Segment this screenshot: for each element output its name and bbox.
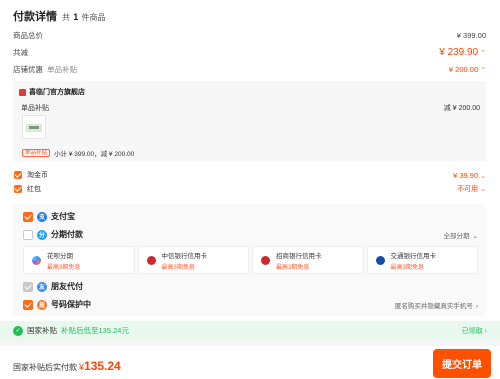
subsidy-label: 国家补贴 <box>27 326 57 335</box>
subtotal-line: 单品补贴 小计 ¥ 399.00，减 ¥ 200.00 <box>22 148 134 158</box>
huabei-icon <box>32 255 41 265</box>
chevron-right-icon: › <box>475 302 478 310</box>
taojinbi-value: ¥ 39.90 <box>453 170 479 180</box>
chevron-up-icon: ⌃ <box>480 66 486 74</box>
payment-methods-box: 支 支付宝 分 分期付款 全部分期 ⌄ 花呗分期 最高3期免息 中信银行信用卡 … <box>13 204 486 316</box>
all-installments-link: 全部分期 <box>443 232 470 240</box>
installment-card[interactable]: 中信银行信用卡 最高3期免息 <box>137 246 249 274</box>
hongbao-value: 不可用 <box>457 186 479 193</box>
cmb-bank-icon <box>261 255 270 265</box>
submit-order-button[interactable]: 提交订单 <box>433 349 491 378</box>
number-protect-note: 匿名购买并隐藏真实手机号 <box>394 302 473 310</box>
shop-discount-value: ¥ 200.00 <box>448 64 479 74</box>
alipay-row[interactable]: 支 支付宝 <box>23 210 478 223</box>
final-payment: 国家补贴后实付款 ¥ 135.24 <box>13 359 121 373</box>
goods-total-row: 商品总价 ¥ 399.00 <box>13 29 486 41</box>
product-discount: 减 ¥ 200.00 <box>443 105 480 112</box>
taojinbi-checkbox[interactable] <box>14 171 22 179</box>
title-row: 付款详情 共 1 件商品 <box>13 8 105 24</box>
hongbao-label: 红包 <box>27 186 41 193</box>
installment-checkbox[interactable] <box>23 229 33 240</box>
chevron-down-icon: ⌄ <box>480 172 486 180</box>
subtotal-text: 小计 ¥ 399.00，减 ¥ 200.00 <box>54 151 135 158</box>
final-label: 国家补贴后实付款 <box>13 363 77 372</box>
national-subsidy-bar[interactable]: ✓ 国家补贴 补贴后低至135.24元 已领取 › <box>0 321 500 340</box>
installment-label: 分期付款 <box>51 230 83 239</box>
page-title: 付款详情 <box>13 11 57 23</box>
shop-discount-sub: 单品补贴 <box>47 64 78 74</box>
discount-row[interactable]: 共减 ¥ 239.90 ⌃ <box>13 46 486 58</box>
alipay-label: 支付宝 <box>51 212 75 221</box>
alipay-icon: 支 <box>37 211 47 222</box>
shop-name: 喜临门官方旗舰店 <box>19 87 85 97</box>
friend-pay-checkbox[interactable] <box>23 281 33 292</box>
number-protect-checkbox[interactable] <box>23 299 33 310</box>
installment-card[interactable]: 招商银行信用卡 最高3期免息 <box>252 246 364 274</box>
number-protect-label: 号码保护中 <box>51 300 91 309</box>
final-amount: 135.24 <box>84 359 121 373</box>
subsidy-highlight: 补贴后低至135.24元 <box>61 326 129 335</box>
hongbao-row[interactable]: 红包 不可用 ⌄ <box>14 183 486 195</box>
item-count: 共 1 件商品 <box>62 12 106 22</box>
subsidy-status: 已领取 <box>461 327 483 335</box>
bottom-bar: 国家补贴后实付款 ¥ 135.24 提交订单 <box>0 346 500 379</box>
alipay-checkbox[interactable] <box>23 211 33 222</box>
hongbao-checkbox[interactable] <box>14 185 22 193</box>
chevron-down-icon: ⌄ <box>472 232 478 240</box>
number-protect-row[interactable]: 盾 号码保护中 匿名购买并隐藏真实手机号 › <box>23 298 478 311</box>
shop-box: 喜临门官方旗舰店 单品补贴 减 ¥ 200.00 单品补贴 小计 ¥ 399.0… <box>13 81 486 161</box>
payment-details-panel: 付款详情 共 1 件商品 商品总价 ¥ 399.00 共减 ¥ 239.90 ⌃ … <box>0 0 500 340</box>
citic-bank-icon <box>146 255 156 265</box>
product-label: 单品补贴 <box>21 105 49 112</box>
installment-card[interactable]: 交通银行信用卡 最高3期免息 <box>366 246 478 274</box>
installment-icon: 分 <box>37 229 47 240</box>
friend-pay-row[interactable]: 友 朋友代付 <box>23 280 478 293</box>
installment-card[interactable]: 花呗分期 最高3期免息 <box>23 246 135 274</box>
taojinbi-label: 淘金币 <box>27 172 48 179</box>
shop-discount-row: 店铺优惠 单品补贴 ¥ 200.00 ⌃ <box>13 63 486 75</box>
goods-total-value: ¥ 399.00 <box>456 30 486 40</box>
chevron-right-icon: › <box>484 327 487 335</box>
goods-total-label: 商品总价 <box>13 30 43 40</box>
friend-pay-label: 朋友代付 <box>51 282 83 291</box>
shop-icon <box>19 88 26 96</box>
installment-cards: 花呗分期 最高3期免息 中信银行信用卡 最高3期免息 招商银行信用卡 最高3期免… <box>23 246 478 274</box>
chevron-up-icon: ⌃ <box>480 49 486 57</box>
product-thumbnail[interactable] <box>22 115 46 139</box>
subsidy-tag: 单品补贴 <box>22 149 51 157</box>
shield-icon: 盾 <box>37 299 47 310</box>
discount-label: 共减 <box>13 47 28 57</box>
check-circle-icon: ✓ <box>13 325 23 336</box>
discount-value: ¥ 239.90 <box>439 46 479 58</box>
taojinbi-row[interactable]: 淘金币 ¥ 39.90 ⌄ <box>14 169 486 181</box>
installment-row[interactable]: 分 分期付款 全部分期 ⌄ <box>23 228 478 241</box>
shop-discount-label: 店铺优惠 <box>13 64 43 74</box>
bocom-bank-icon <box>375 255 385 265</box>
friend-pay-icon: 友 <box>37 281 47 292</box>
chevron-down-icon: ⌄ <box>480 186 486 193</box>
